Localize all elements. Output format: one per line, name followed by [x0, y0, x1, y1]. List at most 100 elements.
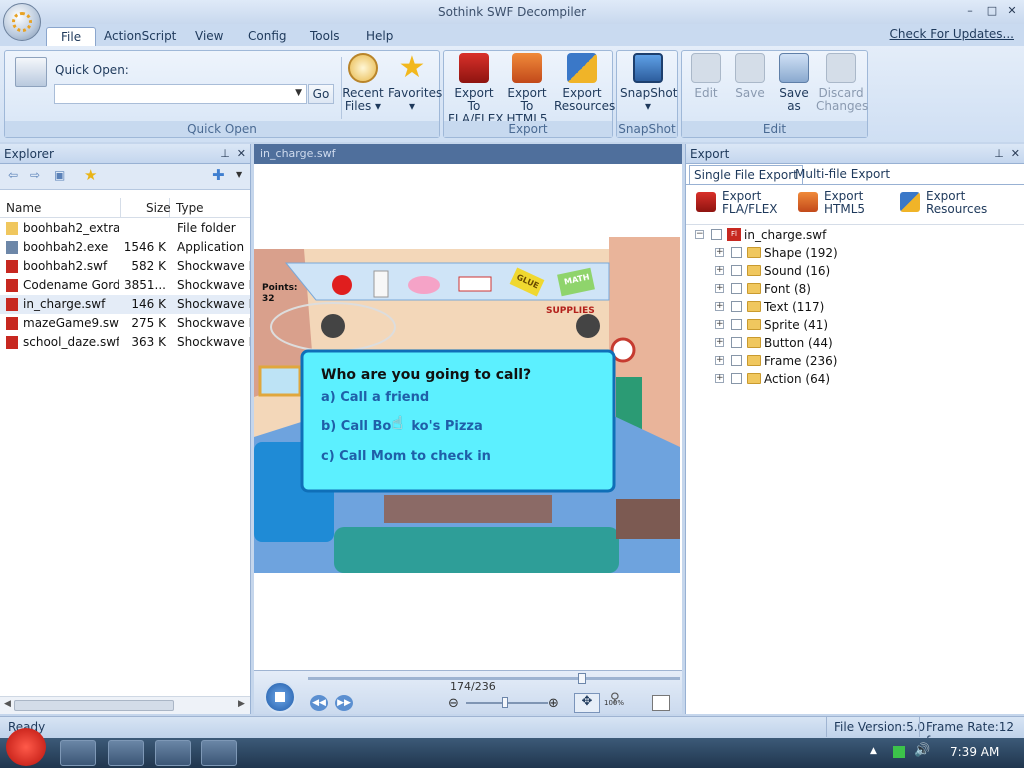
tab-view[interactable]: View — [181, 27, 237, 47]
expand-icon[interactable]: + — [715, 338, 724, 347]
save-as-button[interactable]: Save as — [774, 53, 814, 113]
fast-forward-icon[interactable]: ▶▶ — [335, 695, 353, 711]
zoom-out-icon[interactable]: ⊖ — [448, 696, 459, 711]
taskbar-decompiler-icon[interactable] — [201, 740, 237, 766]
node-checkbox[interactable] — [731, 373, 742, 384]
scroll-thumb[interactable] — [14, 700, 174, 711]
node-checkbox[interactable] — [731, 301, 742, 312]
discard-changes-button[interactable]: Discard Changes — [816, 53, 868, 113]
dropdown-arrow-icon[interactable]: ▼ — [236, 170, 242, 179]
answer-option-c[interactable]: c) Call Mom to check in — [321, 449, 491, 464]
expand-icon[interactable]: + — [715, 266, 724, 275]
fit-window-icon[interactable] — [652, 695, 670, 711]
tree-node[interactable]: + Text (117) — [686, 298, 1024, 316]
start-button-icon[interactable] — [6, 728, 46, 766]
node-checkbox[interactable] — [731, 319, 742, 330]
tree-root[interactable]: − Fl in_charge.swf — [686, 226, 1024, 244]
file-row[interactable]: school_daze.swf 363 K Shockwave Fl — [0, 333, 250, 352]
tree-node[interactable]: + Frame (236) — [686, 352, 1024, 370]
taskbar-7zip-icon[interactable] — [155, 740, 191, 766]
clock[interactable]: 7:39 AM — [950, 745, 999, 759]
tab-config[interactable]: Config — [234, 27, 301, 47]
snapshot-button[interactable]: SnapShot ▾ — [620, 53, 677, 113]
node-checkbox[interactable] — [731, 337, 742, 348]
export-fla-flex-button[interactable]: Export FLA/FLEX — [696, 190, 786, 216]
favorites-button[interactable]: ★ Favorites ▾ — [388, 53, 442, 113]
pan-icon[interactable]: ✥ — [574, 693, 600, 713]
export-resources-panel-button[interactable]: Export Resources — [900, 190, 1000, 216]
scroll-right-icon[interactable]: ▶ — [238, 699, 245, 709]
zoom-thumb[interactable] — [502, 697, 508, 708]
tree-node[interactable]: + Action (64) — [686, 370, 1024, 388]
expand-icon[interactable]: + — [715, 302, 724, 311]
taskbar-chrome-icon[interactable] — [108, 740, 144, 766]
favorite-star-icon[interactable]: ★ — [84, 166, 97, 184]
taskbar-explorer-icon[interactable] — [60, 740, 96, 766]
export-html5-panel-button[interactable]: Export HTML5 — [798, 190, 878, 216]
zoom-in-icon[interactable]: ⊕ — [548, 696, 559, 711]
tab-actionscript[interactable]: ActionScript — [90, 27, 190, 47]
zoom-tool-icon[interactable]: ⚲ — [610, 691, 620, 706]
node-checkbox[interactable] — [731, 283, 742, 294]
file-row[interactable]: in_charge.swf 146 K Shockwave Fl — [0, 295, 250, 314]
tray-network-icon[interactable] — [893, 746, 905, 758]
maximize-button[interactable]: □ — [984, 4, 1000, 18]
expand-icon[interactable]: + — [715, 374, 724, 383]
file-row[interactable]: boohbah2.swf 582 K Shockwave Fl — [0, 257, 250, 276]
forward-icon[interactable]: ⇨ — [30, 168, 40, 182]
rewind-icon[interactable]: ◀◀ — [310, 695, 328, 711]
timeline-thumb[interactable] — [578, 673, 587, 684]
export-html5-button[interactable]: Export To HTML5 — [502, 53, 552, 126]
go-button[interactable]: Go — [308, 84, 334, 104]
export-resources-button[interactable]: Export Resources — [554, 53, 615, 113]
tree-node[interactable]: + Font (8) — [686, 280, 1024, 298]
up-folder-icon[interactable]: ▣ — [54, 168, 65, 182]
expand-icon[interactable]: + — [715, 320, 724, 329]
file-row[interactable]: Codename Gord... 3851... Shockwave Fl — [0, 276, 250, 295]
expand-icon[interactable]: + — [715, 356, 724, 365]
swf-preview[interactable]: Points: 32 SUPPLIES GLUE MATH Who are yo… — [254, 227, 680, 573]
tab-multi-file-export[interactable]: Multi-file Export — [791, 165, 894, 184]
save-button[interactable]: Save — [730, 53, 770, 100]
tree-node[interactable]: + Shape (192) — [686, 244, 1024, 262]
column-size[interactable]: Size — [121, 198, 171, 218]
answer-option-a[interactable]: a) Call a friend — [321, 390, 429, 405]
collapse-icon[interactable]: − — [695, 230, 704, 239]
file-row[interactable]: mazeGame9.swf 275 K Shockwave Fl — [0, 314, 250, 333]
tab-tools[interactable]: Tools — [296, 27, 354, 47]
export-fla-button[interactable]: Export To FLA/FLEX — [448, 53, 504, 126]
tree-node[interactable]: + Button (44) — [686, 334, 1024, 352]
close-icon[interactable]: ✕ — [1011, 147, 1020, 160]
file-row[interactable]: boohbah2_extra... File folder — [0, 219, 250, 238]
app-menu-button[interactable] — [3, 3, 41, 41]
file-row[interactable]: boohbah2.exe 1546 K Application — [0, 238, 250, 257]
tab-help[interactable]: Help — [352, 27, 407, 47]
column-name[interactable]: Name — [0, 198, 121, 218]
check-updates-link[interactable]: Check For Updates... — [890, 27, 1014, 41]
pin-icon[interactable]: ⊥ — [994, 147, 1004, 160]
quick-open-input[interactable]: ▼ — [54, 84, 307, 104]
node-checkbox[interactable] — [731, 265, 742, 276]
recent-files-button[interactable]: Recent Files ▾ — [342, 53, 384, 113]
column-type[interactable]: Type — [170, 198, 250, 218]
root-checkbox[interactable] — [711, 229, 722, 240]
scroll-left-icon[interactable]: ◀ — [4, 699, 11, 709]
document-tab[interactable]: in_charge.swf — [260, 147, 335, 160]
volume-icon[interactable]: 🔊 — [914, 743, 930, 758]
tree-node[interactable]: + Sound (16) — [686, 262, 1024, 280]
expand-icon[interactable]: + — [715, 284, 724, 293]
node-checkbox[interactable] — [731, 355, 742, 366]
horizontal-scrollbar[interactable]: ◀ ▶ — [0, 696, 250, 714]
close-button[interactable]: ✕ — [1004, 4, 1020, 18]
dropdown-arrow-icon[interactable]: ▼ — [295, 88, 302, 98]
tab-single-file-export[interactable]: Single File Export — [689, 165, 803, 184]
expand-icon[interactable]: + — [715, 248, 724, 257]
tree-node[interactable]: + Sprite (41) — [686, 316, 1024, 334]
tray-expand-icon[interactable]: ▲ — [870, 746, 877, 756]
stop-button[interactable] — [264, 681, 296, 713]
node-checkbox[interactable] — [731, 247, 742, 258]
tab-file[interactable]: File — [46, 27, 97, 47]
minimize-button[interactable]: – — [962, 4, 978, 18]
edit-button[interactable]: Edit — [686, 53, 726, 100]
add-icon[interactable]: ✚ — [212, 166, 225, 184]
